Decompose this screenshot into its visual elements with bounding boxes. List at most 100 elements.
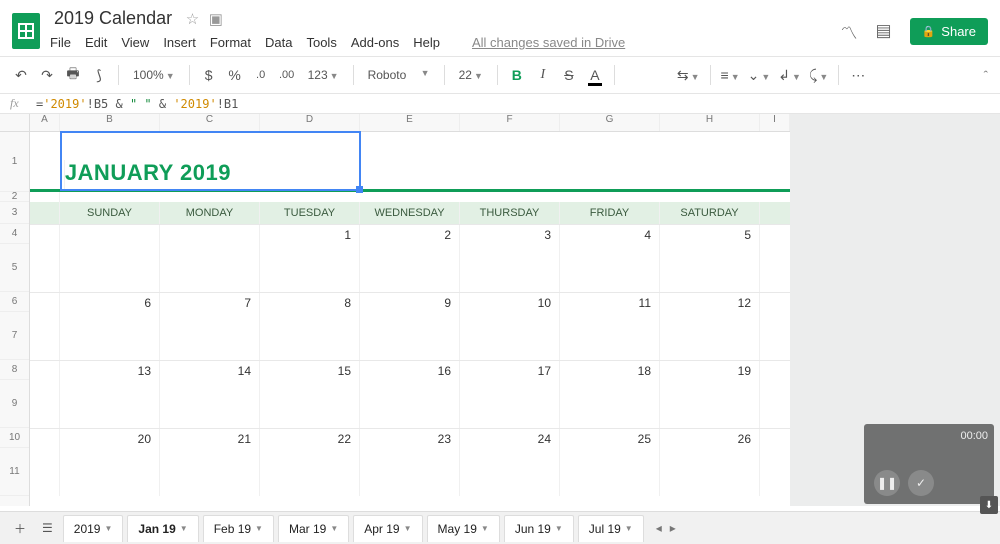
sheet-tab[interactable]: Jan 19▼ [127,515,198,542]
date-cell[interactable]: 7 [160,293,260,312]
date-cell[interactable]: 11 [560,293,660,312]
sheet-tab[interactable]: Mar 19▼ [278,515,349,542]
date-cell[interactable]: 1 [260,225,360,244]
doc-title[interactable]: 2019 Calendar [50,6,176,31]
calendar-cell[interactable] [360,448,460,496]
increase-decimal-icon[interactable]: .00 [278,69,296,81]
sheet-tab[interactable]: 2019▼ [63,515,124,542]
wrap-icon[interactable]: ↲▼ [778,67,801,84]
calendar-cell[interactable] [460,244,560,292]
date-cell[interactable]: 21 [160,429,260,448]
row-header[interactable]: 9 [0,380,29,428]
col-header[interactable]: C [160,114,260,131]
day-header[interactable]: TUESDAY [260,202,360,224]
menu-insert[interactable]: Insert [163,35,196,50]
row-header[interactable]: 1 [0,132,29,192]
day-header[interactable]: SATURDAY [660,202,760,224]
menu-view[interactable]: View [121,35,149,50]
date-cell[interactable]: 14 [160,361,260,380]
date-cell[interactable]: 25 [560,429,660,448]
calendar-cell[interactable] [160,312,260,360]
sheet-tab[interactable]: May 19▼ [427,515,500,542]
formula-input[interactable]: ='2019'!B5 & " " & '2019'!B1 [36,97,238,111]
date-cell[interactable]: 10 [460,293,560,312]
date-cell[interactable]: 13 [60,361,160,380]
collapse-toolbar-icon[interactable]: ˆ [984,68,988,83]
strikethrough-icon[interactable]: S [560,67,578,83]
calendar-cell[interactable] [560,312,660,360]
calendar-cell[interactable] [260,244,360,292]
calendar-cell[interactable] [160,244,260,292]
download-badge-icon[interactable]: ⬇ [980,496,998,514]
calendar-cell[interactable] [160,448,260,496]
calendar-cell[interactable] [60,448,160,496]
row-header[interactable]: 6 [0,292,29,312]
date-cell[interactable]: 9 [360,293,460,312]
calendar-cell[interactable] [60,380,160,428]
share-button[interactable]: 🔒 Share [910,18,988,45]
calendar-cell[interactable] [260,312,360,360]
decrease-decimal-icon[interactable]: .0 [252,69,270,81]
date-cell[interactable]: 2 [360,225,460,244]
sheet-tab[interactable]: Apr 19▼ [353,515,422,542]
row-header[interactable]: 8 [0,360,29,380]
sheet-tab[interactable]: Feb 19▼ [203,515,274,542]
number-format-select[interactable]: 123▼ [304,68,343,82]
star-icon[interactable]: ☆ [186,11,199,28]
sheets-logo-icon[interactable] [12,13,40,49]
menu-help[interactable]: Help [413,35,440,50]
row-header[interactable]: 5 [0,244,29,292]
calendar-cell[interactable] [260,380,360,428]
move-folder-icon[interactable]: ▣ [209,11,223,28]
paint-format-icon[interactable]: ⟆ [90,67,108,84]
calendar-cell[interactable] [160,380,260,428]
row-header[interactable]: 7 [0,312,29,360]
date-cell[interactable]: 5 [660,225,760,244]
h-align-icon[interactable]: ≡▼ [721,67,740,83]
v-align-icon[interactable]: ⌄▼ [748,67,771,84]
font-select[interactable]: Roboto▼ [364,68,434,82]
col-header[interactable]: H [660,114,760,131]
date-cell[interactable]: 3 [460,225,560,244]
calendar-cell[interactable] [360,312,460,360]
activity-icon[interactable]: 〽 [841,19,858,44]
day-header[interactable]: MONDAY [160,202,260,224]
menu-addons[interactable]: Add-ons [351,35,399,50]
calendar-cell[interactable] [360,244,460,292]
format-percent-icon[interactable]: % [226,67,244,83]
calendar-title[interactable]: JANUARY 2019 [65,160,231,185]
menu-data[interactable]: Data [265,35,292,50]
date-cell[interactable]: 19 [660,361,760,380]
row-header[interactable]: 2 [0,192,29,202]
zoom-select[interactable]: 100%▼ [129,68,179,82]
menu-edit[interactable]: Edit [85,35,107,50]
col-header[interactable]: E [360,114,460,131]
menu-file[interactable]: File [50,35,71,50]
day-header[interactable]: THURSDAY [460,202,560,224]
tab-scroll-right-icon[interactable]: ▸ [670,521,676,535]
calendar-cell[interactable] [360,380,460,428]
all-sheets-icon[interactable]: ☰ [36,517,59,539]
redo-icon[interactable]: ↷ [38,67,56,84]
recorder-pause-button[interactable]: ❚❚ [874,470,900,496]
more-toolbar-icon[interactable]: ⋯ [849,67,867,84]
menu-format[interactable]: Format [210,35,251,50]
date-cell[interactable] [160,225,260,244]
date-cell[interactable]: 22 [260,429,360,448]
bold-icon[interactable]: B [508,67,526,83]
day-header[interactable]: WEDNESDAY [360,202,460,224]
add-sheet-icon[interactable]: ＋ [8,516,32,541]
date-cell[interactable]: 12 [660,293,760,312]
undo-icon[interactable]: ↶ [12,67,30,84]
tab-scroll-left-icon[interactable]: ◂ [656,521,662,535]
day-header[interactable]: SUNDAY [60,202,160,224]
calendar-cell[interactable] [660,244,760,292]
merge-cells-icon[interactable]: ⇆▼ [677,67,700,84]
calendar-cell[interactable] [460,380,560,428]
row-header[interactable]: 4 [0,224,29,244]
col-header[interactable]: B [60,114,160,131]
format-currency-icon[interactable]: $ [200,67,218,83]
calendar-cell[interactable] [660,448,760,496]
calendar-cell[interactable] [260,448,360,496]
col-header[interactable]: A [30,114,60,131]
